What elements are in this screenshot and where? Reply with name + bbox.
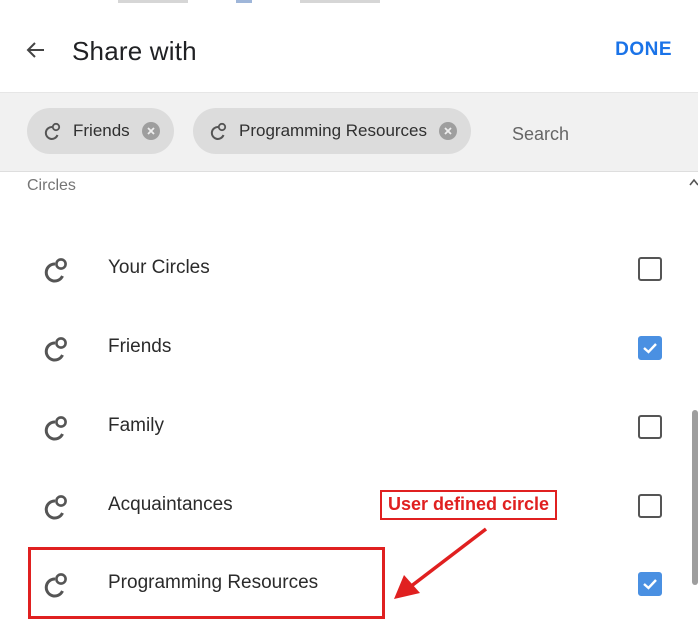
circle-row-family[interactable]: Family xyxy=(0,389,690,467)
circle-icon xyxy=(44,495,67,520)
arrow-left-icon xyxy=(26,42,44,58)
page-title: Share with xyxy=(72,36,197,66)
chip-label: Friends xyxy=(73,121,130,140)
scrollbar-thumb[interactable] xyxy=(692,410,698,585)
app-header: Share with DONE xyxy=(0,12,698,92)
circle-label: Your Circles xyxy=(108,257,210,278)
circle-icon xyxy=(44,416,67,441)
circle-row-friends[interactable]: Friends xyxy=(0,310,690,388)
circle-label: Friends xyxy=(108,336,172,357)
circle-icon xyxy=(43,121,63,141)
circle-label: Acquaintances xyxy=(108,494,233,515)
chip-programming-resources[interactable]: Programming Resources xyxy=(193,108,472,154)
circle-checkbox[interactable] xyxy=(638,415,662,439)
section-heading-circles: Circles xyxy=(27,177,76,194)
selected-chips-bar: Friends Programming Resources xyxy=(0,92,698,172)
annotation-highlight-box xyxy=(28,547,385,619)
remove-chip-icon[interactable] xyxy=(439,122,458,140)
circle-row-acquaintances[interactable]: Acquaintances xyxy=(0,468,690,546)
scroll-up-icon[interactable] xyxy=(688,176,698,188)
circle-icon xyxy=(44,337,67,362)
circle-checkbox[interactable] xyxy=(638,336,662,360)
circle-icon xyxy=(209,121,229,141)
checkmark-icon xyxy=(643,343,657,354)
circle-checkbox[interactable] xyxy=(638,572,662,596)
search-input[interactable] xyxy=(510,121,684,147)
chip-label: Programming Resources xyxy=(239,121,428,140)
annotation-label: User defined circle xyxy=(380,490,558,520)
back-button[interactable] xyxy=(20,34,52,66)
chip-friends[interactable]: Friends xyxy=(27,108,174,154)
remove-chip-icon[interactable] xyxy=(141,122,160,140)
circle-checkbox[interactable] xyxy=(638,494,662,518)
circle-icon xyxy=(44,258,67,283)
circle-label: Family xyxy=(108,415,164,436)
circle-checkbox[interactable] xyxy=(638,257,662,281)
top-edge xyxy=(0,0,698,10)
circle-row-your-circles[interactable]: Your Circles xyxy=(0,231,690,309)
annotation-arrow-icon xyxy=(394,527,488,599)
checkmark-icon xyxy=(643,579,657,590)
done-button[interactable]: DONE xyxy=(615,39,672,61)
